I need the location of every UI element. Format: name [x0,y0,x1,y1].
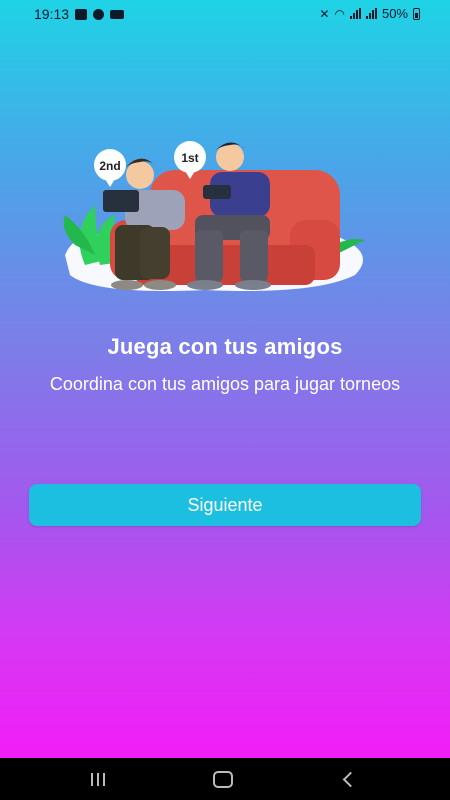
mute-icon: ✕ [319,6,330,21]
status-time: 19:13 [34,6,70,22]
system-nav-bar [0,758,450,800]
cast-icon [110,9,125,19]
battery-icon [413,7,420,20]
wifi-icon: ◠ [334,6,345,21]
onboarding-title: Juega con tus amigos [107,334,343,359]
badge-second-icon: 2nd [94,149,126,187]
signal-icon [365,8,377,19]
badge-second-label: 2nd [99,159,120,173]
back-icon [342,771,358,787]
gamers-illustration: 2nd 1st [63,141,365,291]
gallery-icon [75,8,88,20]
next-button[interactable]: Siguiente [29,484,421,526]
status-right: ✕ ◠ 50% [319,6,420,21]
home-icon [213,770,233,788]
back-button[interactable] [318,758,378,800]
recents-button[interactable] [68,758,128,800]
battery-percent: 50% [381,6,408,21]
onboarding-subtitle: Coordina con tus amigos para jugar torne… [49,374,401,394]
signal-icon [349,8,361,19]
status-left: 19:13 [34,6,125,22]
onboarding-screen: 19:13 ✕ ◠ 50% 2nd 1st Juega con tus amig… [0,0,450,758]
status-bar: 19:13 ✕ ◠ 50% [0,0,450,28]
badge-first-label: 1st [181,151,198,165]
navigation-icon [93,8,105,20]
home-button[interactable] [193,758,253,800]
recents-icon [91,772,105,786]
